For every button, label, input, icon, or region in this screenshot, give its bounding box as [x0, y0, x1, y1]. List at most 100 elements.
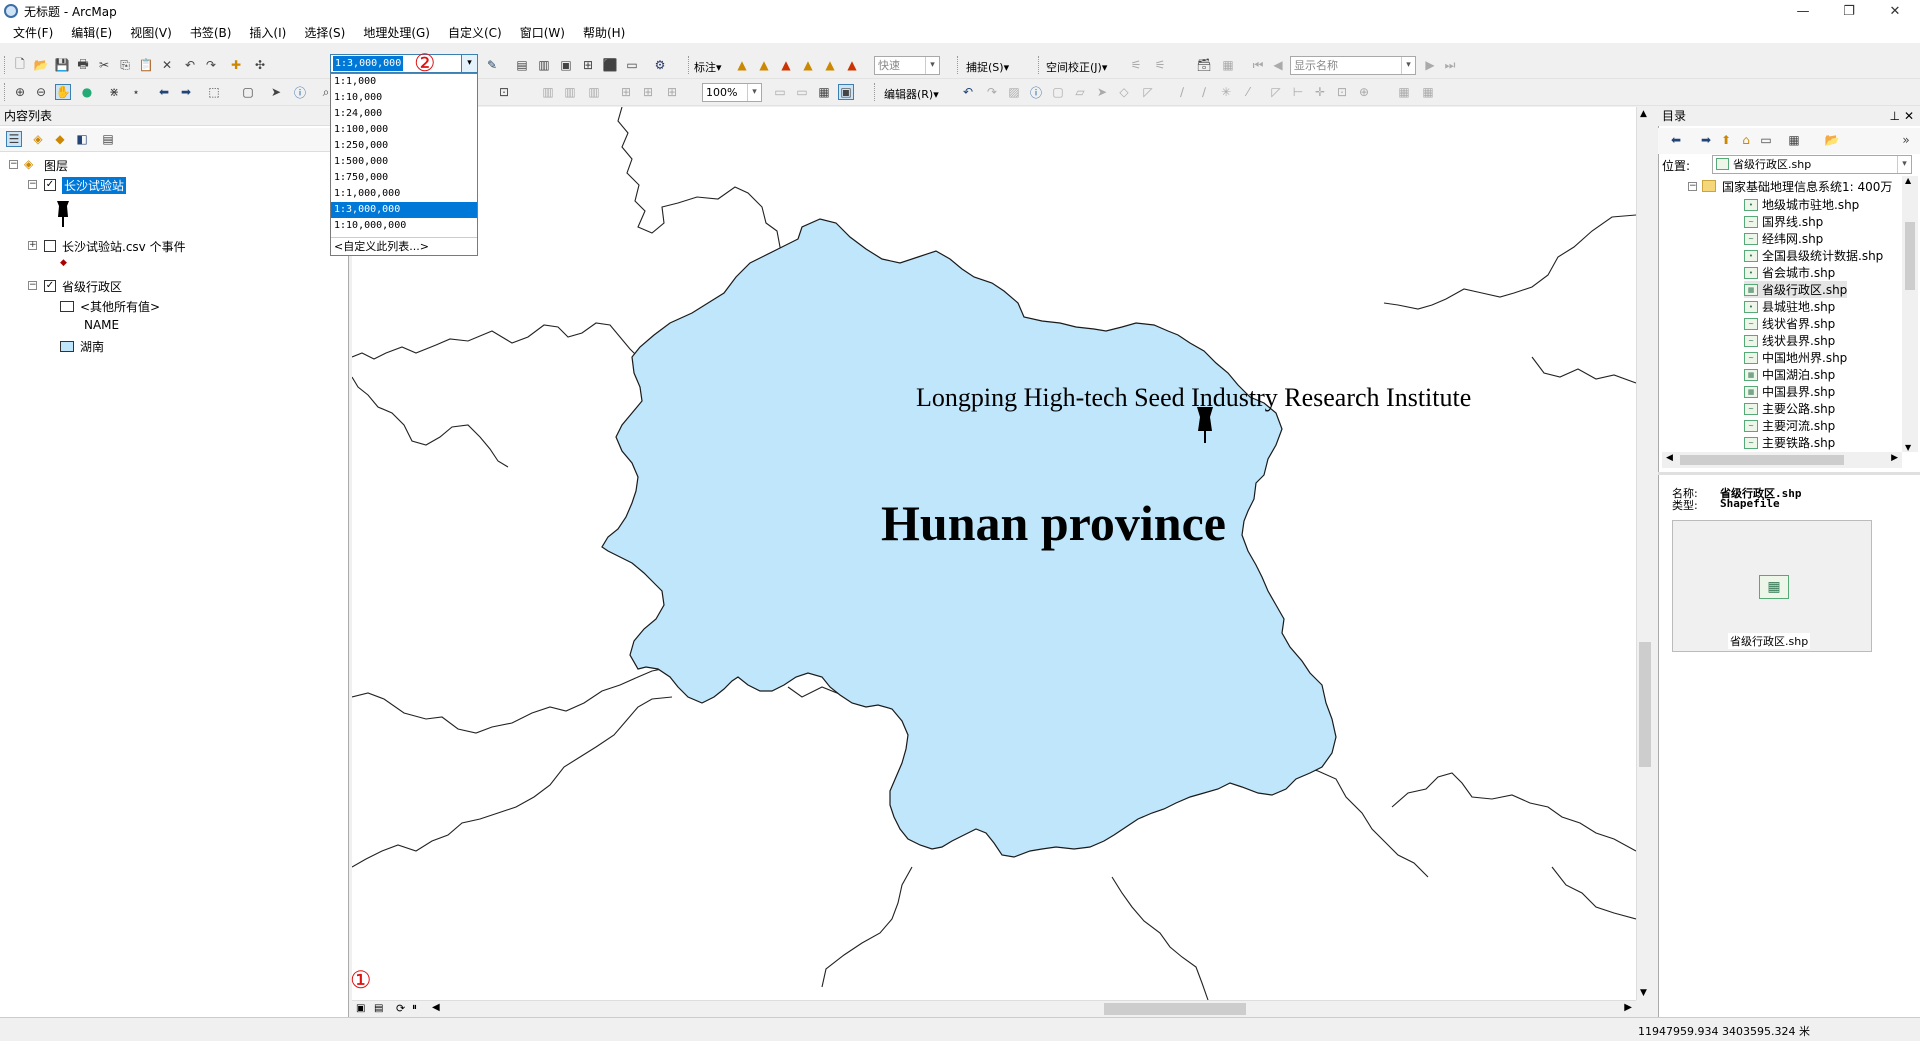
search-window-icon[interactable]: ⊞	[580, 57, 596, 73]
location-combo[interactable]: 省级行政区.shp ▾	[1712, 155, 1912, 174]
adjust-tool-icon[interactable]: ⚟	[1128, 57, 1144, 73]
new-folder-icon[interactable]: 📂	[1824, 132, 1840, 148]
chevron-down-icon[interactable]: ▾	[461, 55, 477, 72]
menu-geoprocessing[interactable]: 地理处理(G)	[354, 24, 439, 41]
menu-bookmarks[interactable]: 书签(B)	[181, 24, 241, 41]
layer-visibility-checkbox[interactable]	[44, 240, 56, 252]
delete-icon[interactable]: ✕	[159, 57, 175, 73]
undo-icon[interactable]: ↶	[182, 57, 198, 73]
map-scale-combo[interactable]: 1:3,000,000 ▾	[330, 54, 478, 73]
fixed-zoom-in-icon[interactable]: ⋇	[106, 84, 122, 100]
clear-selection-icon[interactable]: ▢	[240, 84, 256, 100]
snapping-menu[interactable]: 捕捉(S)▾	[966, 59, 1009, 75]
catalog-item[interactable]: • 县城驻地.shp	[1744, 298, 1835, 315]
edit-annotation-icon[interactable]: ↷	[984, 84, 1000, 100]
forward-icon[interactable]: ➡	[1698, 132, 1714, 148]
forward-extent-icon[interactable]: ➡	[178, 84, 194, 100]
catalog-item[interactable]: ~ 线状县界.shp	[1744, 332, 1835, 349]
item-preview[interactable]: ▦ 省级行政区.shp	[1672, 520, 1872, 652]
scroll-left-icon[interactable]: ◀	[432, 1002, 440, 1013]
scale-option[interactable]: 1:100,000	[331, 122, 477, 138]
tangent-icon[interactable]: ⊡	[1334, 84, 1350, 100]
distance-icon[interactable]: ⁄	[1240, 84, 1256, 100]
layout-zoom-whole-icon[interactable]: ▥	[586, 84, 602, 100]
next-feature-icon[interactable]: ▶	[1422, 57, 1438, 73]
expand-icon[interactable]: +	[28, 241, 37, 250]
arctoolbox-icon[interactable]: ⬛	[602, 57, 618, 73]
scale-option[interactable]: 1:250,000	[331, 138, 477, 154]
menu-windows[interactable]: 窗口(W)	[511, 24, 574, 41]
editor-menu[interactable]: 编辑器(R)▾	[884, 86, 939, 102]
zoom-in-icon[interactable]: ⊕	[12, 84, 28, 100]
rotate-icon[interactable]: ◇	[1116, 84, 1132, 100]
select-features-icon[interactable]: ⬚	[206, 84, 222, 100]
collapse-icon[interactable]: −	[28, 180, 37, 189]
print-icon[interactable]: 🖶	[75, 57, 91, 73]
display-name-combo[interactable]: 显示名称 ▾	[1290, 56, 1416, 75]
open-icon[interactable]: 📂	[33, 57, 49, 73]
label-weight-icon[interactable]: ▲	[778, 57, 794, 73]
catalog-item[interactable]: ▦ 中国湖泊.shp	[1744, 366, 1835, 383]
view-options-icon[interactable]: ▦	[1786, 132, 1802, 148]
catalog-window-icon[interactable]: ▣	[558, 57, 574, 73]
layer-name[interactable]: 省级行政区	[62, 278, 122, 295]
splitter[interactable]	[1658, 472, 1920, 475]
catalog-horizontal-scrollbar[interactable]: ◀ ▶	[1662, 452, 1902, 468]
catalog-item[interactable]: ~ 主要公路.shp	[1744, 400, 1835, 417]
catalog-item[interactable]: ~ 主要铁路.shp	[1744, 434, 1835, 451]
scale-option[interactable]: 1:1,000,000	[331, 186, 477, 202]
home-icon[interactable]: ⌂	[1738, 132, 1754, 148]
cut-polygon-icon[interactable]: ▱	[1072, 84, 1088, 100]
add-data-icon[interactable]: ✚	[228, 57, 244, 73]
back-extent-icon[interactable]: ⬅	[156, 84, 172, 100]
table-icon[interactable]: ▤	[514, 57, 530, 73]
view-unplaced-icon[interactable]: ▲	[844, 57, 860, 73]
layer-visibility-checkbox[interactable]: ✓	[44, 280, 56, 292]
layout-zoom-icon[interactable]: ▥	[562, 84, 578, 100]
scroll-up-icon[interactable]: ▲	[1905, 176, 1911, 185]
focus-frame-icon[interactable]: ▭	[794, 84, 810, 100]
adjust-link-icon[interactable]: ⚟	[1152, 57, 1168, 73]
scroll-right-icon[interactable]: ▶	[1891, 453, 1898, 463]
options-icon[interactable]: ▤	[100, 131, 116, 147]
new-document-icon[interactable]: 🗋	[12, 57, 28, 73]
menu-edit[interactable]: 编辑(E)	[62, 24, 121, 41]
geocode-icon[interactable]: 🗃	[1196, 57, 1212, 73]
minimize-button[interactable]: —	[1780, 0, 1826, 22]
layout-fixed-out-icon[interactable]: ⊞	[640, 84, 656, 100]
menu-insert[interactable]: 插入(I)	[240, 24, 295, 41]
cut-icon[interactable]: ✂	[96, 57, 112, 73]
catalog-item[interactable]: • 省会城市.shp	[1744, 264, 1835, 281]
customize-scale-list[interactable]: <自定义此列表...>	[331, 237, 477, 255]
scroll-down-icon[interactable]: ▼	[1905, 443, 1911, 452]
bezier-icon[interactable]: ⊕	[1356, 84, 1372, 100]
spatial-adjustment-menu[interactable]: 空间校正(J)▾	[1046, 59, 1107, 75]
menu-file[interactable]: 文件(F)	[4, 24, 62, 41]
catalog-item[interactable]: ~ 中国地州界.shp	[1744, 349, 1847, 366]
change-layout-icon[interactable]: ▦	[816, 84, 832, 100]
map-canvas[interactable]	[352, 107, 1636, 1000]
copy-icon[interactable]: ⎘	[117, 57, 133, 73]
reshape-icon[interactable]: ▢	[1050, 84, 1066, 100]
scale-option[interactable]: 1:500,000	[331, 154, 477, 170]
up-one-level-icon[interactable]: ⬆	[1718, 132, 1734, 148]
pan-icon[interactable]: ✋	[55, 84, 71, 100]
scroll-right-icon[interactable]: ▶	[1624, 1002, 1632, 1013]
sketch-properties-icon[interactable]: ▦	[1420, 84, 1436, 100]
toc-window-icon[interactable]: ▥	[536, 57, 552, 73]
intersection-icon[interactable]: ✛	[1312, 84, 1328, 100]
pause-drawing-icon[interactable]: ⏸	[412, 1002, 417, 1013]
python-window-icon[interactable]: ▭	[624, 57, 640, 73]
attributes-icon[interactable]: ▦	[1396, 84, 1412, 100]
scale-option[interactable]: 1:24,000	[331, 106, 477, 122]
edit-info-icon[interactable]: ⓘ	[1028, 84, 1044, 100]
edit-tool-icon[interactable]: ↶	[960, 84, 976, 100]
collapse-icon[interactable]: −	[28, 281, 37, 290]
refresh-icon[interactable]: ⟳	[396, 1002, 405, 1015]
select-elements-icon[interactable]: ➤	[268, 84, 284, 100]
redo-icon[interactable]: ↷	[203, 57, 219, 73]
go-to-xy-icon[interactable]: ⊡	[496, 84, 512, 100]
layout-back-icon[interactable]: ⊞	[664, 84, 680, 100]
scrollbar-thumb[interactable]	[1680, 455, 1844, 465]
label-priority-icon[interactable]: ▲	[756, 57, 772, 73]
